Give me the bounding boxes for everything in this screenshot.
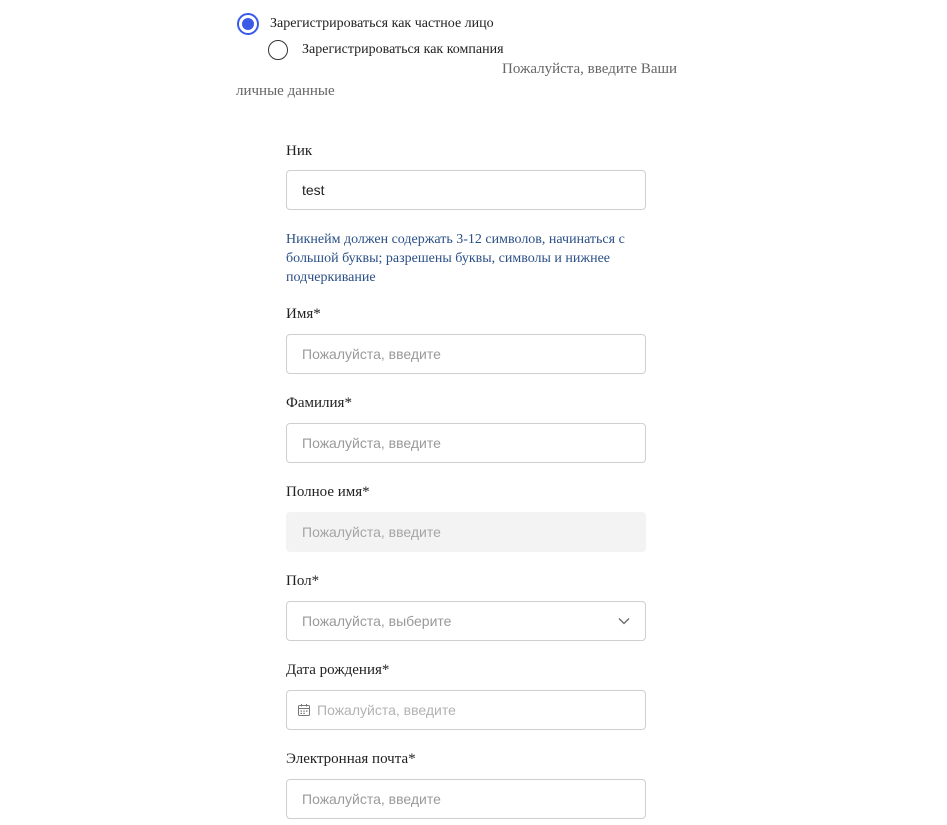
full-name-field xyxy=(286,512,646,552)
gender-label: Пол* xyxy=(286,573,320,589)
last-name-label: Фамилия* xyxy=(286,395,352,411)
last-name-input[interactable] xyxy=(302,435,630,451)
calendar-icon xyxy=(298,704,310,716)
email-label: Электронная почта* xyxy=(286,751,416,767)
radio-private-person[interactable]: Зарегистрироваться как частное лицо xyxy=(237,13,494,35)
last-name-field[interactable] xyxy=(286,423,646,463)
birth-date-label: Дата рождения* xyxy=(286,662,390,678)
radio-button-unchecked[interactable] xyxy=(268,40,288,60)
gender-select[interactable]: Пожалуйста, выберите xyxy=(286,601,646,641)
nick-input[interactable] xyxy=(302,182,630,198)
radio-private-person-label: Зарегистрироваться как частное лицо xyxy=(270,16,494,31)
email-field[interactable] xyxy=(286,779,646,819)
email-input[interactable] xyxy=(302,791,630,807)
gender-placeholder: Пожалуйста, выберите xyxy=(302,613,452,629)
birth-date-field[interactable] xyxy=(286,690,646,730)
nick-hint: Никнейм должен содержать 3-12 символов, … xyxy=(286,232,625,285)
nick-label: Ник xyxy=(286,143,313,159)
first-name-label: Имя* xyxy=(286,306,321,322)
first-name-field[interactable] xyxy=(286,334,646,374)
chevron-down-icon[interactable] xyxy=(618,617,630,625)
radio-button-checked[interactable] xyxy=(237,13,259,35)
full-name-label: Полное имя* xyxy=(286,484,370,500)
first-name-input[interactable] xyxy=(302,346,630,362)
full-name-input xyxy=(302,524,630,540)
birth-date-input[interactable] xyxy=(317,702,630,718)
intro-text: Пожалуйста, введите Ваши личные данные xyxy=(236,61,678,99)
nick-field[interactable] xyxy=(286,170,646,210)
radio-company[interactable]: Зарегистрироваться как компания xyxy=(268,40,504,60)
radio-company-label: Зарегистрироваться как компания xyxy=(302,42,504,57)
